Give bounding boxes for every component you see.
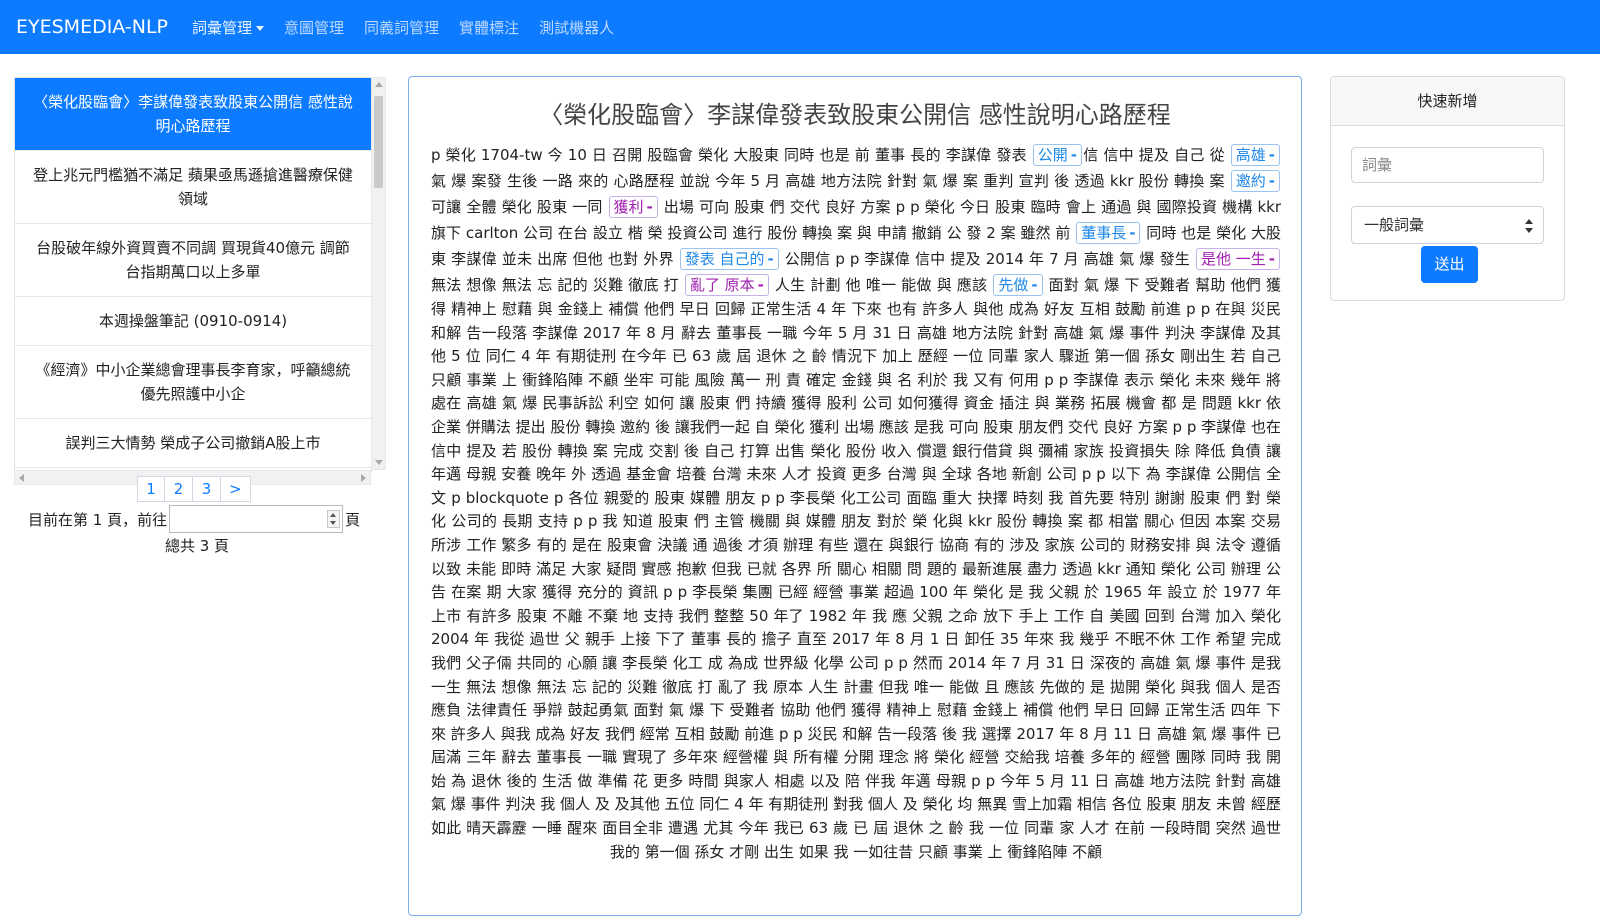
goto-page-row: 目前在第 1 頁，前往 頁 bbox=[28, 505, 360, 533]
quick-add-card: 快速新增 詞彙 一般詞彙 送出 bbox=[1330, 76, 1565, 301]
next-page-button[interactable]: > bbox=[221, 476, 251, 502]
article-panel: 〈榮化股臨會〉李謀偉發表致股東公開信 感性說明心路歷程 p 榮化 1704-tw… bbox=[408, 76, 1302, 916]
remove-tag-icon[interactable]: - bbox=[1031, 276, 1037, 294]
stepper-up-icon[interactable] bbox=[330, 513, 337, 517]
article-text-segment: 可讓 全體 榮化 股東 一同 bbox=[431, 198, 608, 216]
list-item[interactable]: 《經濟》中小企業總會理事長李育家，呼籲總統優先照護中小企 bbox=[15, 346, 371, 419]
vocabulary-input[interactable]: 詞彙 bbox=[1351, 147, 1544, 183]
scroll-right-icon[interactable] bbox=[361, 474, 366, 482]
article-text-segment: p 榮化 1704-tw 今 10 日 召開 股臨會 榮化 大股東 同時 也是 … bbox=[431, 146, 1032, 164]
page-3-button[interactable]: 3 bbox=[193, 476, 221, 502]
select-arrows-icon bbox=[1525, 219, 1533, 233]
nav-vocabulary-label: 詞彙管理 bbox=[192, 18, 253, 37]
entity-tag[interactable]: 董事長 - bbox=[1076, 222, 1141, 244]
article-text-segment: 公開信 p p 李謀偉 信中 提及 2014 年 7 月 高雄 氣 爆 發生 bbox=[779, 250, 1195, 268]
article-text-segment: 人生 計劃 他 唯一 能做 與 應該 bbox=[769, 276, 993, 294]
nav-vocabulary-dropdown[interactable]: 詞彙管理 bbox=[192, 17, 265, 38]
entity-tag-label: 發表 自己的 bbox=[684, 250, 765, 268]
entity-tag[interactable]: 獲利 - bbox=[608, 196, 658, 218]
page-1-button[interactable]: 1 bbox=[137, 476, 165, 502]
entity-tag[interactable]: 發表 自己的 - bbox=[679, 248, 779, 270]
nav-test-bot[interactable]: 測試機器人 bbox=[539, 17, 614, 38]
nav-intent[interactable]: 意圖管理 bbox=[284, 17, 344, 38]
entity-tag-label: 公開 bbox=[1037, 146, 1068, 164]
remove-tag-icon[interactable]: - bbox=[768, 250, 774, 268]
chevron-down-icon bbox=[256, 25, 265, 31]
article-list-panel: 〈榮化股臨會〉李謀偉發表致股東公開信 感性說明心路歷程 登上兆元門檻猶不滿足 蘋… bbox=[14, 77, 386, 485]
vocabulary-type-select[interactable]: 一般詞彙 bbox=[1351, 206, 1544, 244]
article-body: p 榮化 1704-tw 今 10 日 召開 股臨會 榮化 大股東 同時 也是 … bbox=[409, 142, 1301, 864]
nav-entity-annotation[interactable]: 實體標注 bbox=[459, 17, 519, 38]
list-item[interactable]: 台股破年線外資買賣不同調 買現貨40億元 調節台指期萬口以上多單 bbox=[15, 224, 371, 297]
remove-tag-icon[interactable]: - bbox=[1129, 224, 1135, 242]
scroll-left-icon[interactable] bbox=[19, 474, 24, 482]
brand-logo[interactable]: EYESMEDIA-NLP bbox=[16, 16, 168, 38]
remove-tag-icon[interactable]: - bbox=[1269, 250, 1275, 268]
article-list: 〈榮化股臨會〉李謀偉發表致股東公開信 感性說明心路歷程 登上兆元門檻猶不滿足 蘋… bbox=[14, 77, 372, 472]
goto-suffix-label: 頁 bbox=[345, 510, 361, 529]
entity-tag-label: 是他 一生 bbox=[1200, 250, 1266, 268]
entity-tag[interactable]: 先做 - bbox=[993, 274, 1043, 296]
pagination: 1 2 3 > bbox=[137, 476, 251, 502]
top-navbar: EYESMEDIA-NLP 詞彙管理 意圖管理 同義詞管理 實體標注 測試機器人 bbox=[0, 0, 1600, 54]
entity-tag[interactable]: 公開 - bbox=[1032, 144, 1082, 166]
entity-tag-label: 高雄 bbox=[1235, 146, 1266, 164]
entity-tag-label: 邀約 bbox=[1235, 172, 1266, 190]
entity-tag-label: 獲利 bbox=[613, 198, 644, 216]
remove-tag-icon[interactable]: - bbox=[647, 198, 653, 216]
submit-button[interactable]: 送出 bbox=[1421, 246, 1478, 283]
nav-synonym[interactable]: 同義詞管理 bbox=[364, 17, 439, 38]
entity-tag-label: 董事長 bbox=[1081, 224, 1127, 242]
stepper-down-icon[interactable] bbox=[330, 521, 337, 525]
article-text-segment: 面對 氣 爆 下 受難者 幫助 他們 獲得 精神上 慰藉 與 金錢上 補償 他們… bbox=[431, 276, 1281, 861]
entity-tag-label: 亂了 原本 bbox=[689, 276, 755, 294]
scroll-down-icon[interactable] bbox=[375, 460, 383, 465]
number-stepper[interactable] bbox=[327, 510, 341, 528]
entity-tag[interactable]: 是他 一生 - bbox=[1195, 248, 1280, 270]
quick-add-title: 快速新增 bbox=[1331, 77, 1564, 126]
page-2-button[interactable]: 2 bbox=[165, 476, 193, 502]
article-title: 〈榮化股臨會〉李謀偉發表致股東公開信 感性說明心路歷程 bbox=[539, 101, 1171, 129]
goto-page-input[interactable] bbox=[169, 505, 344, 533]
list-item[interactable]: 誤判三大情勢 榮成子公司撤銷A股上市 bbox=[15, 419, 371, 468]
entity-tag[interactable]: 高雄 - bbox=[1230, 144, 1280, 166]
article-text-segment: 氣 爆 案發 生後 一路 來的 心路歷程 並說 今年 5 月 高雄 地方法院 針… bbox=[431, 172, 1230, 190]
article-text-segment: 無法 想像 無法 忘 記的 災難 徹底 打 bbox=[431, 276, 684, 294]
article-text-segment: 信 信中 提及 自己 從 bbox=[1083, 146, 1230, 164]
entity-tag[interactable]: 邀約 - bbox=[1230, 170, 1280, 192]
remove-tag-icon[interactable]: - bbox=[1071, 146, 1077, 164]
total-pages-label: 總共 3 頁 bbox=[164, 537, 230, 555]
scroll-up-icon[interactable] bbox=[375, 82, 383, 87]
goto-prefix-label: 目前在第 1 頁，前往 bbox=[28, 510, 168, 529]
select-value: 一般詞彙 bbox=[1364, 216, 1425, 234]
remove-tag-icon[interactable]: - bbox=[758, 276, 764, 294]
remove-tag-icon[interactable]: - bbox=[1269, 146, 1275, 164]
remove-tag-icon[interactable]: - bbox=[1269, 172, 1275, 190]
entity-tag-label: 先做 bbox=[998, 276, 1029, 294]
vertical-scrollbar[interactable] bbox=[371, 77, 386, 470]
list-item[interactable]: 〈榮化股臨會〉李謀偉發表致股東公開信 感性說明心路歷程 bbox=[15, 78, 371, 151]
entity-tag[interactable]: 亂了 原本 - bbox=[684, 274, 769, 296]
scroll-thumb[interactable] bbox=[374, 96, 383, 188]
list-item[interactable]: 本週操盤筆記 (0910-0914) bbox=[15, 297, 371, 346]
list-item[interactable]: 登上兆元門檻猶不滿足 蘋果亟馬遜搶進醫療保健領域 bbox=[15, 151, 371, 224]
